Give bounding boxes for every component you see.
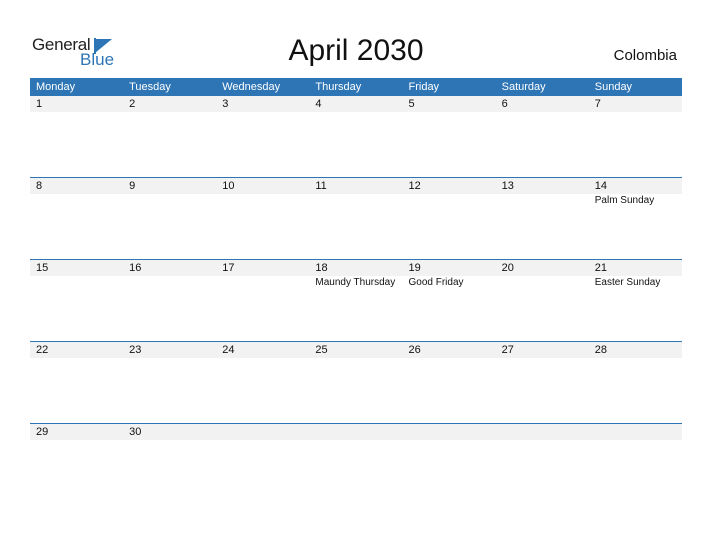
week-row: 15 16 17 18 19 20 21 Maundy Thursday Good Friday…: [30, 259, 682, 341]
weekday-thursday: Thursday: [315, 81, 362, 93]
day-number: 21: [594, 262, 607, 274]
day-number: 11: [315, 180, 327, 192]
week-row: 1 2 3 4 5 6 7: [30, 96, 682, 177]
day-number: 14: [594, 180, 607, 192]
day-number: 5: [408, 98, 415, 110]
day-number: 30: [129, 426, 142, 438]
weekday-monday: Monday: [36, 81, 76, 93]
day-number: 18: [315, 262, 328, 274]
weekday-friday: Friday: [408, 81, 440, 93]
holiday-label: [123, 276, 216, 290]
holiday-label: Palm Sunday: [594, 195, 655, 206]
day-number-row: 29 30: [30, 424, 682, 440]
holiday-label: [30, 276, 123, 290]
day-number: 29: [36, 426, 49, 438]
week-row: 8 9 10 11 12 13 14 Palm Sunday: [30, 177, 682, 259]
weekday-sunday: Sunday: [594, 81, 633, 93]
calendar: Monday Tuesday Wednesday Thursday Friday…: [30, 78, 682, 505]
day-number: 4: [315, 98, 322, 110]
holiday-label: [216, 276, 309, 290]
day-number: [496, 424, 589, 440]
day-number: [589, 424, 682, 440]
day-number: 2: [129, 98, 136, 110]
day-number: 17: [222, 262, 235, 274]
day-number: 10: [222, 180, 235, 192]
holiday-label: [216, 194, 309, 208]
week-row: 29 30: [30, 423, 682, 505]
country-label: Colombia: [613, 47, 677, 64]
day-number: 24: [222, 344, 235, 356]
holiday-label: Maundy Thursday: [315, 277, 396, 288]
day-number: [216, 424, 309, 440]
weekday-wednesday: Wednesday: [222, 81, 281, 93]
holiday-label: [309, 194, 402, 208]
day-number: 7: [594, 98, 601, 110]
weekday-saturday: Saturday: [501, 81, 546, 93]
day-number: [309, 424, 402, 440]
holiday-label: [123, 194, 216, 208]
holiday-label: [403, 194, 496, 208]
day-number-row: 8 9 10 11 12 13 14: [30, 178, 682, 194]
day-number-row: 22 23 24 25 26 27 28: [30, 342, 682, 358]
holiday-label: [30, 194, 123, 208]
day-number: 20: [501, 262, 514, 274]
page-title: April 2030: [288, 34, 424, 67]
day-number: 9: [129, 180, 136, 192]
day-number: 27: [501, 344, 514, 356]
event-row: Maundy Thursday Good Friday Easter Sunday: [30, 276, 682, 290]
day-number: 15: [36, 262, 49, 274]
day-number: 16: [129, 262, 142, 274]
day-number: 22: [36, 344, 49, 356]
day-number: 6: [501, 98, 508, 110]
day-number: 12: [408, 180, 421, 192]
week-row: 22 23 24 25 26 27 28: [30, 341, 682, 423]
day-number: 23: [129, 344, 142, 356]
day-number-row: 15 16 17 18 19 20 21: [30, 260, 682, 276]
holiday-label: [496, 194, 589, 208]
holiday-label: [496, 276, 589, 290]
day-number: 26: [408, 344, 421, 356]
day-number: 3: [222, 98, 229, 110]
day-number: 25: [315, 344, 328, 356]
day-number: 19: [408, 262, 421, 274]
day-number: [403, 424, 496, 440]
holiday-label: Good Friday: [408, 277, 464, 288]
day-number: 1: [36, 98, 43, 110]
holiday-label: Easter Sunday: [594, 277, 661, 288]
day-number: 28: [594, 344, 607, 356]
weekday-tuesday: Tuesday: [129, 81, 171, 93]
weekday-header: Monday Tuesday Wednesday Thursday Friday…: [30, 78, 682, 96]
day-number: 8: [36, 180, 43, 192]
event-row: Palm Sunday: [30, 194, 682, 208]
day-number-row: 1 2 3 4 5 6 7: [30, 96, 682, 112]
day-number: 13: [501, 180, 514, 192]
